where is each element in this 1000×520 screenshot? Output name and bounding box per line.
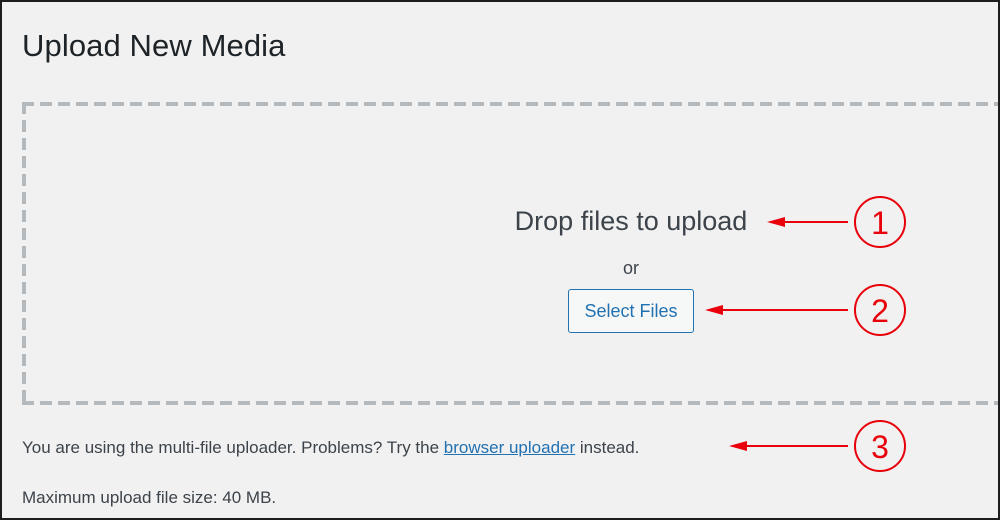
uploader-info: You are using the multi-file uploader. P… xyxy=(22,436,639,460)
drop-instructions: Drop files to upload xyxy=(514,206,748,236)
or-label: or xyxy=(622,258,639,278)
browser-uploader-link[interactable]: browser uploader xyxy=(444,438,575,457)
drag-drop-area[interactable]: Drop files to upload or Select Files xyxy=(22,102,998,405)
page-title: Upload New Media xyxy=(22,28,286,63)
max-upload-size: Maximum upload file size: 40 MB. xyxy=(22,488,277,507)
info-suffix: instead. xyxy=(575,438,640,457)
info-prefix: You are using the multi-file uploader. P… xyxy=(22,438,444,457)
select-files-button[interactable]: Select Files xyxy=(568,289,694,333)
upload-media-page: Upload New Media Drop files to upload or… xyxy=(0,0,1000,520)
